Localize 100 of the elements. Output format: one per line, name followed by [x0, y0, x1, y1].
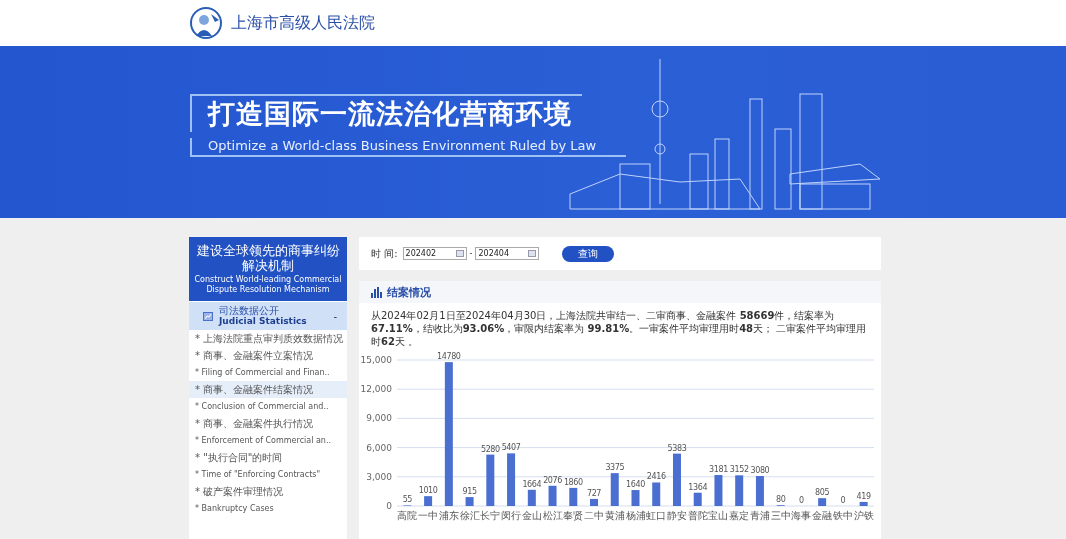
- menu-item[interactable]: * 破产案件审理情况: [189, 483, 347, 500]
- axis-label: 15,000: [360, 355, 392, 365]
- banner-title: 打造国际一流法治化营商环境: [190, 94, 582, 132]
- axis-label: 黄浦: [604, 510, 625, 521]
- axis-label: 一中: [418, 510, 439, 521]
- value-label: 0: [799, 496, 804, 505]
- value-label: 2076: [543, 475, 562, 485]
- axis-label: 12,000: [360, 384, 392, 395]
- value-label: 1010: [418, 486, 438, 496]
- calendar-icon[interactable]: [455, 250, 464, 257]
- banner-subtitle: Optimize a World-class Business Environment Ruled by Law: [190, 138, 627, 157]
- chart-icon: [203, 311, 213, 321]
- bar: [569, 487, 578, 506]
- section-label: Judicial Statistics: [219, 316, 308, 327]
- value-label: 915: [462, 487, 477, 497]
- bar: [507, 453, 516, 506]
- value-label: 5407: [501, 443, 521, 453]
- axis-label: 6,000: [366, 442, 392, 453]
- menu-item[interactable]: * Conclusion of Commercial and..: [189, 398, 347, 415]
- bar: [631, 490, 640, 506]
- menu-item[interactable]: * 商事、金融案件结案情况: [189, 381, 347, 398]
- card-title: 结案情况: [387, 284, 431, 300]
- axis-label: 沪铁: [853, 510, 874, 521]
- sidebar-subtitle: Construct World-leading Commercial Dispute Resolution Mechanism: [193, 275, 343, 295]
- axis-label: 铁中: [832, 510, 853, 521]
- axis-label: 金融: [812, 510, 833, 521]
- menu-item[interactable]: * Time of "Enforcing Contracts": [189, 466, 347, 483]
- axis-label: 徐汇: [459, 510, 480, 521]
- value-label: 805: [815, 488, 830, 498]
- logo-icon: [189, 6, 223, 40]
- bar-chart-icon: [371, 286, 382, 298]
- value-label: 1860: [563, 477, 583, 487]
- value-label: 3181: [709, 465, 728, 475]
- axis-label: 二中: [584, 510, 604, 521]
- bar: [548, 485, 557, 506]
- bar: [755, 476, 764, 506]
- value-label: 3375: [605, 463, 625, 473]
- axis-label: 青浦: [749, 510, 770, 521]
- value-label: 2416: [646, 472, 666, 482]
- axis-label: 三中: [770, 510, 791, 521]
- range-separator: -: [469, 249, 473, 258]
- axis-label: 宝山: [708, 510, 729, 521]
- axis-label: 普陀: [687, 510, 708, 521]
- axis-label: 海事: [791, 510, 812, 521]
- axis-label: 松江: [542, 510, 563, 521]
- value-label: 1664: [522, 479, 542, 489]
- bar: [735, 475, 744, 506]
- date-field[interactable]: 202402: [402, 247, 467, 260]
- collapse-toggle[interactable]: -: [333, 310, 337, 322]
- value-label: 0: [840, 496, 846, 505]
- axis-label: 9,000: [366, 413, 392, 424]
- bar: [818, 498, 827, 506]
- sidebar-title: 建设全球领先的商事纠纷解决机制: [195, 243, 341, 273]
- menu-item[interactable]: * "执行合同"的时间: [189, 449, 347, 466]
- axis-label: 静安: [667, 510, 687, 521]
- menu-item[interactable]: * 上海法院重点审判质效数据情况: [189, 330, 347, 347]
- bar: [673, 453, 681, 506]
- bar: [610, 473, 619, 506]
- value-label: 5280: [480, 444, 500, 454]
- value-label: 1640: [626, 480, 645, 490]
- bar: [859, 501, 868, 506]
- axis-label: 奉贤: [563, 510, 584, 521]
- bar: [693, 492, 702, 506]
- axis-label: 杨浦: [625, 510, 646, 521]
- value-label: 1364: [688, 482, 708, 492]
- menu-item[interactable]: * 商事、金融案件执行情况: [189, 415, 347, 432]
- value-label: 5383: [667, 443, 687, 453]
- query-button[interactable]: 查询: [562, 245, 615, 262]
- bar: [486, 454, 495, 506]
- axis-label: 长宁: [480, 510, 501, 521]
- value-label: 55: [402, 495, 413, 505]
- calendar-icon[interactable]: [528, 250, 537, 257]
- axis-label: 3,000: [366, 471, 392, 482]
- bar: [652, 482, 661, 506]
- menu-item[interactable]: * Filing of Commercial and Finan..: [189, 364, 347, 381]
- value-label: 3080: [750, 466, 770, 475]
- axis-label: 金山: [521, 510, 542, 521]
- axis-label: 虹口: [646, 510, 667, 521]
- menu-item[interactable]: * 商事、金融案件立案情况: [189, 347, 347, 364]
- axis-label: 高院: [397, 510, 418, 521]
- bar: [527, 489, 536, 506]
- menu-item[interactable]: * Bankruptcy Cases: [189, 500, 347, 517]
- value-label: 80: [776, 495, 786, 505]
- time-label: 时 间:: [371, 246, 398, 261]
- summary-text: 从2024年02月1日至2024年04月30日，上海法院共审结一、二审商事、金融案件 58669件，结案率为67.11%，结收比为93.06%，审限内结案率为 99.81%。一审案件平均审理用时48天； 二审案件平均审理用时62天 。: [370, 309, 868, 348]
- axis-label: 嘉定: [729, 510, 750, 521]
- value-label: 419: [856, 491, 871, 501]
- menu-item[interactable]: * Enforcement of Commercial an..: [189, 432, 347, 449]
- date-field[interactable]: 202404: [475, 247, 540, 260]
- value-label: 3152: [729, 465, 749, 475]
- axis-label: 0: [386, 501, 392, 511]
- value-label: 14780: [437, 352, 461, 362]
- axis-label: 浦东: [438, 510, 459, 521]
- bar: [465, 497, 474, 506]
- value-label: 727: [587, 488, 602, 498]
- bar: [590, 498, 598, 506]
- axis-label: 闵行: [501, 510, 522, 521]
- section-label: 司法数据公开: [219, 305, 280, 316]
- bar: [424, 496, 433, 506]
- menu-section[interactable]: 司法数据公开 Judicial Statistics -: [189, 301, 347, 330]
